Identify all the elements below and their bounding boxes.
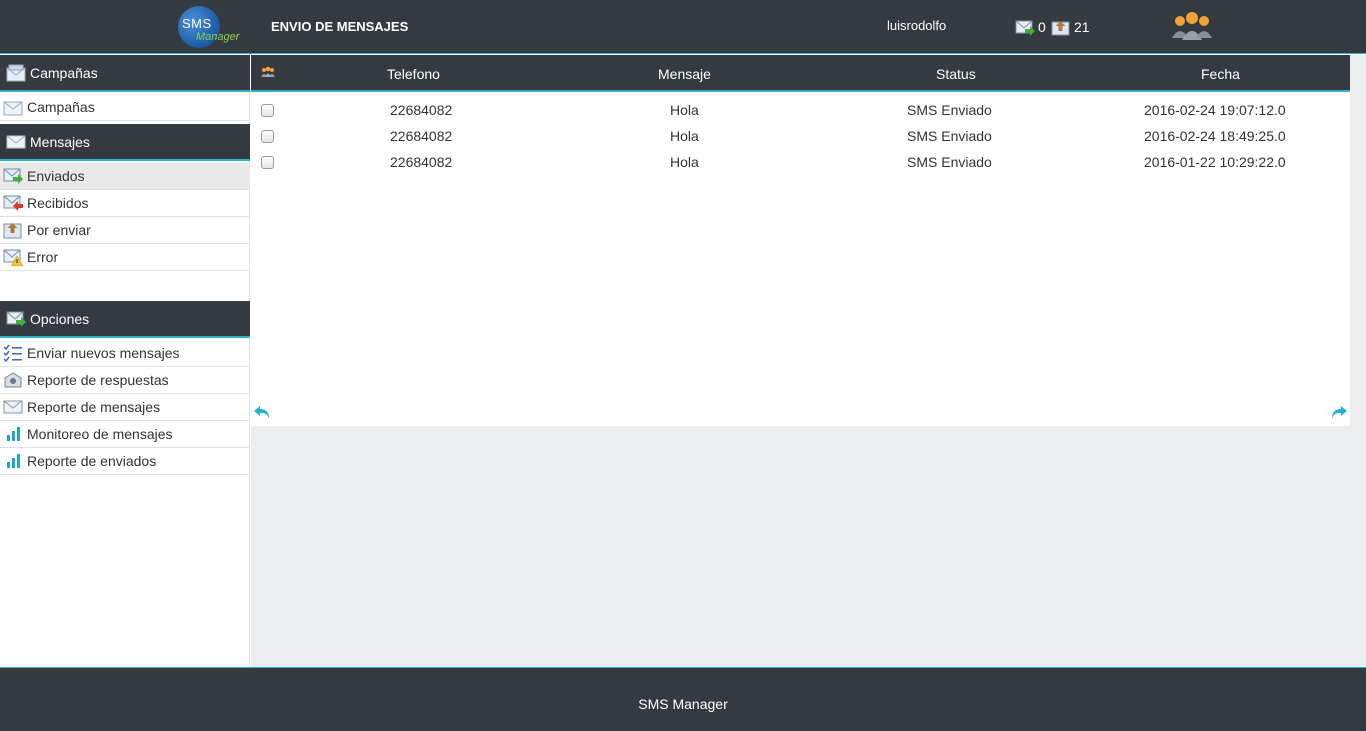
- next-page-icon[interactable]: [1328, 404, 1348, 422]
- outbox-icon: [3, 223, 22, 239]
- cell-telefono: 22684082: [390, 102, 453, 118]
- sent-mail-icon: [1015, 20, 1035, 36]
- sidebar-item-enviar-nuevos[interactable]: Enviar nuevos mensajes: [0, 340, 250, 367]
- cell-fecha: 2016-02-24 18:49:25.0: [1144, 128, 1286, 144]
- cell-fecha: 2016-02-24 19:07:12.0: [1144, 102, 1286, 118]
- mail-icon: [3, 400, 23, 414]
- sidebar-item-label: Reporte de enviados: [27, 453, 157, 469]
- sidebar: Campañas Campañas Mensajes Enviados Reci…: [0, 55, 250, 667]
- sidebar-item-enviados[interactable]: Enviados: [0, 163, 250, 190]
- cell-telefono: 22684082: [390, 128, 453, 144]
- column-header-telefono[interactable]: Telefono: [387, 66, 440, 82]
- logo-text: SMS: [182, 16, 212, 31]
- campaigns-item-icon: [3, 101, 23, 116]
- footer: SMS Manager: [0, 667, 1366, 731]
- table-row[interactable]: 22684082 Hola SMS Enviado 2016-01-22 10:…: [251, 150, 1350, 176]
- outbox-icon: [1051, 20, 1070, 35]
- inbox-reply-icon: [4, 372, 22, 388]
- cell-status: SMS Enviado: [907, 128, 992, 144]
- pending-counter[interactable]: 21: [1051, 17, 1090, 37]
- sidebar-heading-campaigns: Campañas: [0, 55, 250, 92]
- sidebar-item-campaigns[interactable]: Campañas: [0, 94, 250, 121]
- sidebar-item-label: Recibidos: [27, 195, 89, 211]
- column-header-mensaje[interactable]: Mensaje: [658, 66, 711, 82]
- received-icon: [3, 195, 23, 211]
- row-checkbox[interactable]: [261, 104, 274, 117]
- main-content: Telefono Mensaje Status Fecha 22684082 H…: [251, 55, 1366, 667]
- sidebar-item-reporte-enviados[interactable]: Reporte de enviados: [0, 448, 250, 475]
- cell-mensaje: Hola: [670, 154, 699, 170]
- sidebar-item-label: Por enviar: [27, 222, 91, 238]
- pending-count: 21: [1074, 19, 1090, 35]
- column-header-status[interactable]: Status: [936, 66, 976, 82]
- cell-mensaje: Hola: [670, 102, 699, 118]
- sidebar-item-label: Enviar nuevos mensajes: [27, 345, 180, 361]
- footer-text: SMS Manager: [638, 696, 728, 712]
- sidebar-item-por-enviar[interactable]: Por enviar: [0, 217, 250, 244]
- cell-fecha: 2016-01-22 10:29:22.0: [1144, 154, 1286, 170]
- page-title: ENVIO DE MENSAJES: [271, 19, 409, 34]
- campaigns-icon: [6, 64, 26, 81]
- campaigns-heading-label: Campañas: [30, 64, 98, 81]
- options-icon: [6, 311, 26, 327]
- cell-status: SMS Enviado: [907, 102, 992, 118]
- messages-table: Telefono Mensaje Status Fecha 22684082 H…: [251, 55, 1350, 426]
- users-group-icon[interactable]: [1170, 12, 1214, 42]
- top-bar: SMS Manager ENVIO DE MENSAJES luisrodolf…: [0, 0, 1366, 54]
- bar-chart-icon: [7, 427, 20, 441]
- error-icon: [3, 249, 24, 266]
- sidebar-item-label: Reporte de respuestas: [27, 372, 169, 388]
- app-logo[interactable]: SMS Manager: [176, 5, 240, 51]
- logo-subtext: Manager: [196, 31, 240, 43]
- options-heading-label: Opciones: [30, 310, 90, 327]
- username-label[interactable]: luisrodolfo: [887, 18, 946, 33]
- messages-heading-label: Mensajes: [30, 133, 90, 150]
- sent-count: 0: [1038, 19, 1046, 35]
- sidebar-item-error[interactable]: Error: [0, 244, 250, 271]
- sidebar-item-label: Error: [27, 249, 59, 265]
- messages-icon: [6, 135, 26, 148]
- sidebar-heading-options: Opciones: [0, 301, 250, 338]
- sidebar-item-recibidos[interactable]: Recibidos: [0, 190, 250, 217]
- row-checkbox[interactable]: [261, 156, 274, 169]
- sidebar-heading-messages: Mensajes: [0, 124, 250, 161]
- table-row[interactable]: 22684082 Hola SMS Enviado 2016-02-24 18:…: [251, 124, 1350, 150]
- cell-status: SMS Enviado: [907, 154, 992, 170]
- bar-chart-icon: [7, 454, 20, 468]
- checklist-icon: [3, 344, 22, 362]
- sidebar-item-monitoreo[interactable]: Monitoreo de mensajes: [0, 421, 250, 448]
- sidebar-item-label: Enviados: [27, 168, 85, 184]
- table-header: Telefono Mensaje Status Fecha: [251, 55, 1350, 92]
- select-all-users-icon[interactable]: [260, 66, 276, 78]
- sidebar-item-label: Campañas: [27, 99, 95, 115]
- cell-telefono: 22684082: [390, 154, 453, 170]
- sidebar-item-label: Monitoreo de mensajes: [27, 426, 173, 442]
- sidebar-item-label: Reporte de mensajes: [27, 399, 161, 415]
- previous-page-icon[interactable]: [253, 404, 273, 422]
- cell-mensaje: Hola: [670, 128, 699, 144]
- sent-counter[interactable]: 0: [1015, 17, 1046, 37]
- table-row[interactable]: 22684082 Hola SMS Enviado 2016-02-24 19:…: [251, 98, 1350, 124]
- sent-icon: [3, 168, 23, 184]
- sidebar-item-reporte-respuestas[interactable]: Reporte de respuestas: [0, 367, 250, 394]
- column-header-fecha[interactable]: Fecha: [1201, 66, 1240, 82]
- row-checkbox[interactable]: [261, 130, 274, 143]
- sidebar-item-reporte-mensajes[interactable]: Reporte de mensajes: [0, 394, 250, 421]
